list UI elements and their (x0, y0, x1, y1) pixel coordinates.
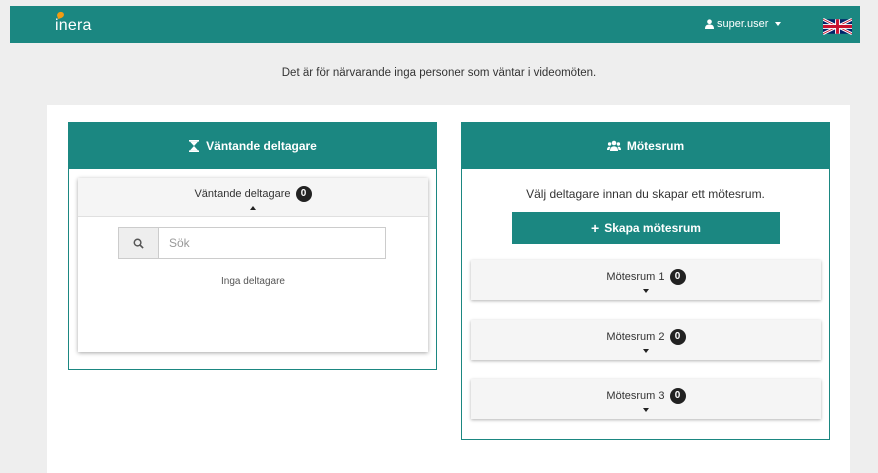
user-name: super.user (717, 18, 769, 30)
top-navbar: inera super.user (10, 6, 860, 43)
waiting-notice: Det är för närvarande inga personer som … (281, 67, 597, 79)
rooms-panel-header: Mötesrum (462, 123, 829, 169)
room-count-badge: 0 (669, 269, 686, 285)
chevron-up-icon (250, 206, 256, 210)
room-label: Mötesrum 1 (606, 270, 665, 283)
empty-participants-text: Inga deltagare (221, 276, 285, 287)
inera-logo[interactable]: inera (55, 10, 95, 38)
room-item[interactable]: Mötesrum 1 0 (471, 260, 821, 300)
waiting-panel-header: Väntande deltagare (69, 123, 436, 169)
room-count-badge: 0 (669, 329, 686, 345)
chevron-down-icon (643, 289, 649, 293)
meeting-rooms-panel: Mötesrum Välj deltagare innan du skapar … (461, 122, 830, 440)
waiting-count-badge: 0 (295, 186, 312, 202)
chevron-down-icon (643, 349, 649, 353)
search-addon (119, 228, 159, 258)
waiting-list-box: Väntande deltagare 0 Inga deltagare (78, 178, 428, 352)
room-count-badge: 0 (669, 388, 686, 404)
search-group (118, 227, 386, 259)
rooms-panel-title: Mötesrum (626, 139, 685, 153)
waiting-panel-title: Väntande deltagare (206, 139, 317, 153)
room-label: Mötesrum 3 (606, 389, 665, 402)
waiting-participants-panel: Väntande deltagare Väntande deltagare 0 … (68, 122, 437, 370)
chevron-down-icon (643, 408, 649, 412)
room-item[interactable]: Mötesrum 2 0 (471, 320, 821, 360)
waiting-list-toggle[interactable]: Väntande deltagare 0 (78, 178, 428, 217)
chevron-down-icon (775, 22, 782, 26)
create-room-button[interactable]: + Skapa mötesrum (512, 212, 780, 244)
users-icon (606, 140, 621, 151)
waiting-list-label: Väntande deltagare (194, 187, 291, 200)
search-input[interactable] (159, 228, 385, 258)
search-icon (133, 238, 144, 249)
user-icon (705, 19, 714, 29)
create-room-label: Skapa mötesrum (604, 221, 701, 235)
hourglass-icon (189, 140, 200, 152)
plus-icon: + (591, 220, 600, 236)
uk-flag-icon[interactable] (823, 18, 852, 35)
user-menu-dropdown[interactable]: super.user (705, 18, 782, 30)
logo-text: inera (55, 17, 92, 34)
rooms-hint-text: Välj deltagare innan du skapar ett mötes… (526, 187, 765, 201)
room-item[interactable]: Mötesrum 3 0 (471, 379, 821, 419)
room-label: Mötesrum 2 (606, 330, 665, 343)
